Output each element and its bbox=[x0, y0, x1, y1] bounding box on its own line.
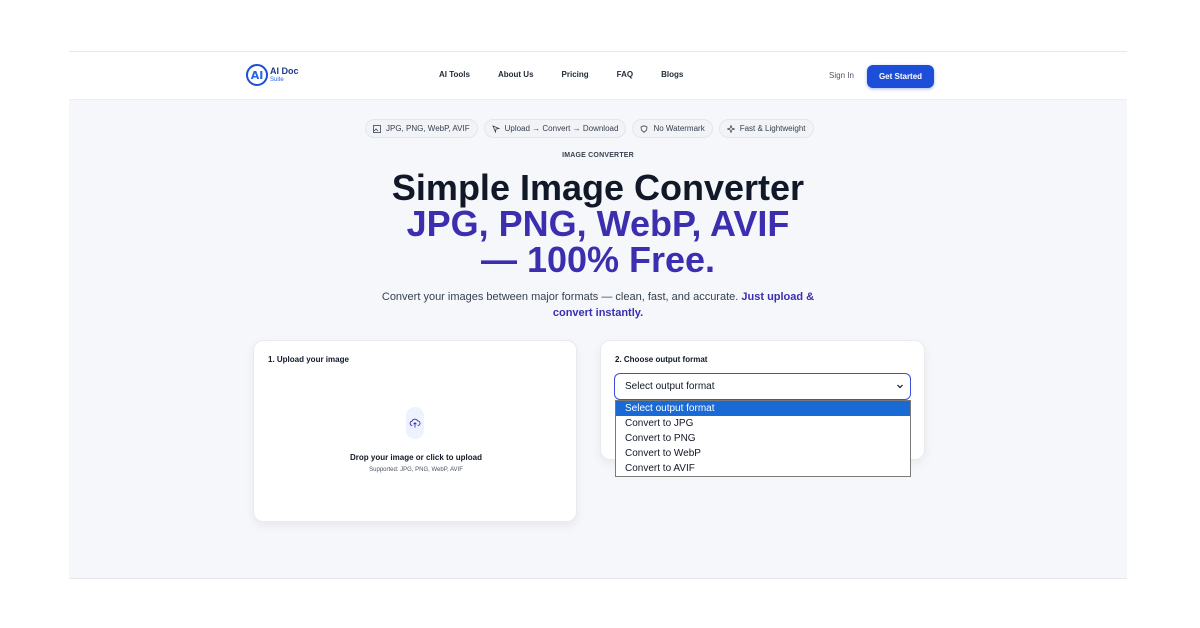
sparkle-icon bbox=[726, 124, 735, 133]
feature-pill-label: No Watermark bbox=[653, 124, 705, 133]
shield-icon bbox=[641, 124, 648, 133]
dropdown-option-avif[interactable]: Convert to AVIF bbox=[616, 461, 910, 476]
feature-pill-watermark: No Watermark bbox=[632, 119, 713, 138]
feature-pill-label: Fast & Lightweight bbox=[739, 124, 806, 133]
feature-pill-formats: JPG, PNG, WebP, AVIF bbox=[365, 119, 478, 138]
feature-pill-label: Upload → Convert → Download bbox=[504, 124, 619, 133]
hero-line-1: Simple Image Converter bbox=[391, 167, 805, 208]
output-format-select[interactable]: Select output format bbox=[614, 373, 911, 400]
logo-mark-text: AI bbox=[250, 68, 264, 82]
nav-link-blogs[interactable]: Blogs bbox=[661, 70, 683, 79]
upload-cloud-icon[interactable] bbox=[406, 407, 424, 439]
nav-link-faq[interactable]: FAQ bbox=[617, 70, 633, 79]
hero-line-3: — 100% Free. bbox=[480, 239, 716, 280]
brand-name: AI Doc bbox=[270, 65, 299, 76]
sign-in-link[interactable]: Sign In bbox=[829, 71, 854, 80]
dropdown-option-select[interactable]: Select output format bbox=[616, 401, 910, 416]
nav-link-ai-tools[interactable]: AI Tools bbox=[439, 70, 470, 79]
logo-text: AI Doc Suite bbox=[270, 65, 299, 84]
supported-formats-text: Supported: JPG, PNG, WebP, AVIF bbox=[369, 467, 463, 473]
hero-subtitle: Convert your images between major format… bbox=[368, 289, 828, 321]
brand-logo[interactable]: AI AI Doc Suite bbox=[246, 63, 299, 87]
dropdown-option-png[interactable]: Convert to PNG bbox=[616, 431, 910, 446]
cursor-icon bbox=[491, 124, 500, 133]
eyebrow-label: IMAGE CONVERTER bbox=[562, 152, 634, 159]
output-format-value: Select output format bbox=[625, 381, 715, 392]
image-icon bbox=[373, 124, 381, 133]
dropdown-option-webp[interactable]: Convert to WebP bbox=[616, 446, 910, 461]
top-navbar: AI AI Doc Suite AI Tools About Us Pricin… bbox=[69, 52, 1127, 100]
feature-pill-label: JPG, PNG, WebP, AVIF bbox=[386, 124, 470, 133]
page-frame: AI AI Doc Suite AI Tools About Us Pricin… bbox=[69, 51, 1127, 579]
feature-pill-speed: Fast & Lightweight bbox=[718, 119, 814, 138]
drop-zone-title[interactable]: Drop your image or click to upload bbox=[254, 453, 578, 462]
dropdown-option-jpg[interactable]: Convert to JPG bbox=[616, 416, 910, 431]
feature-pills: JPG, PNG, WebP, AVIF Upload → Convert → … bbox=[365, 119, 814, 138]
nav-links: AI Tools About Us Pricing FAQ Blogs bbox=[439, 70, 683, 79]
upload-card-label: 1. Upload your image bbox=[268, 355, 349, 364]
logo-mark-icon: AI bbox=[246, 64, 268, 86]
output-format-dropdown: Select output format Convert to JPG Conv… bbox=[615, 400, 911, 477]
nav-link-pricing[interactable]: Pricing bbox=[562, 70, 589, 79]
get-started-button[interactable]: Get Started bbox=[867, 65, 934, 88]
upload-card[interactable]: 1. Upload your image Drop your image or … bbox=[253, 340, 577, 522]
subtitle-text: Convert your images between major format… bbox=[381, 291, 739, 303]
hero-line-2: JPG, PNG, WebP, AVIF bbox=[406, 203, 790, 244]
hero-heading: Simple Image Converter JPG, PNG, WebP, A… bbox=[69, 170, 1127, 278]
brand-suffix: Suite bbox=[270, 76, 284, 83]
chevron-down-icon bbox=[897, 384, 903, 389]
feature-pill-workflow: Upload → Convert → Download bbox=[483, 119, 627, 138]
format-card-label: 2. Choose output format bbox=[615, 355, 708, 364]
nav-link-about-us[interactable]: About Us bbox=[498, 70, 534, 79]
